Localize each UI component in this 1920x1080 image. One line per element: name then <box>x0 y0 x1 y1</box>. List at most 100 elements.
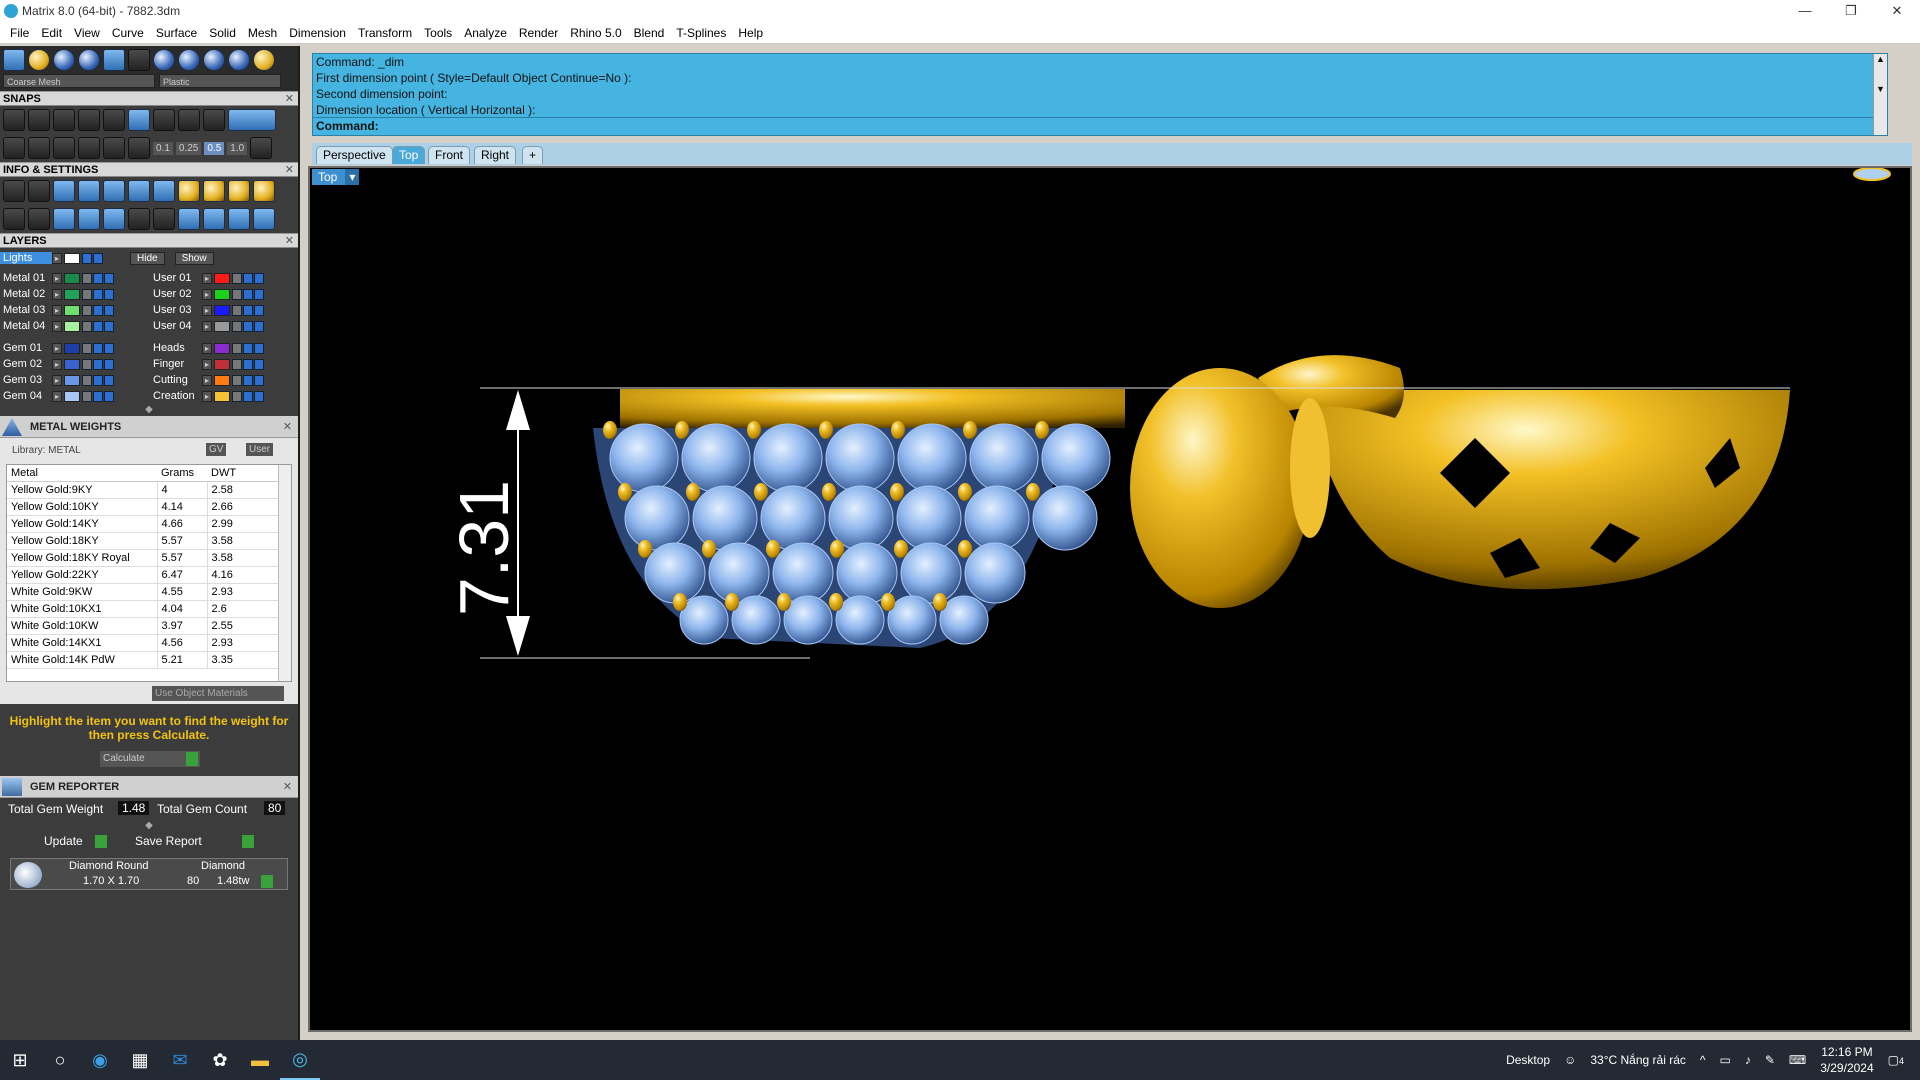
layer-visible-icon[interactable] <box>243 390 253 402</box>
cube-icon[interactable] <box>153 180 175 202</box>
metal-weights-table-container[interactable]: Metal Grams DWT Yellow Gold:9KY 4 2.58 Yell… <box>6 464 292 682</box>
layer-expand-icon[interactable]: ▸ <box>202 358 212 370</box>
viewport-2-icon[interactable] <box>203 208 225 230</box>
layer-visible-icon[interactable] <box>93 390 103 402</box>
layer-select-icon[interactable] <box>104 288 114 300</box>
table-row[interactable]: White Gold:10KX1 4.04 2.6 <box>7 600 291 618</box>
layer-expand-icon[interactable]: ▸ <box>202 288 212 300</box>
show-layers-button[interactable]: Show <box>174 251 214 265</box>
snap-mid-icon[interactable] <box>78 109 100 131</box>
hide-icon[interactable] <box>28 208 50 230</box>
layer-visible-icon[interactable] <box>243 304 253 316</box>
view-cube-icon[interactable] <box>1853 168 1891 181</box>
snap-end-icon[interactable] <box>3 109 25 131</box>
grid-toggle-icon[interactable] <box>78 137 100 159</box>
layer-row[interactable]: Metal 02 ▸ <box>0 286 150 302</box>
weather-widget[interactable]: 33°C Nắng rải rác <box>1590 1053 1686 1067</box>
layer-select-icon[interactable] <box>104 390 114 402</box>
layer-row[interactable]: Gem 01 ▸ <box>0 340 150 356</box>
layer-select-icon[interactable] <box>104 320 114 332</box>
layer-select-icon[interactable] <box>254 358 264 370</box>
settings-icon[interactable] <box>3 180 25 202</box>
layer-lock-icon[interactable] <box>232 272 242 284</box>
command-prompt[interactable]: Command: <box>313 117 1887 135</box>
layer-select-icon[interactable] <box>104 374 114 386</box>
lights-color-swatch[interactable] <box>64 252 80 264</box>
snap-perp-icon[interactable] <box>103 109 125 131</box>
layer-name[interactable]: User 04 <box>150 320 202 332</box>
layer-row[interactable]: Heads ▸ <box>150 340 298 356</box>
menu-curve[interactable]: Curve <box>106 26 150 40</box>
box-icon[interactable] <box>53 208 75 230</box>
viewport-top[interactable]: Top ▾ 7.31 <box>308 166 1912 1032</box>
notification-icon[interactable]: ▢4 <box>1888 1053 1904 1067</box>
layer-expand-icon[interactable]: ▸ <box>52 288 62 300</box>
layer-visible-icon[interactable] <box>93 288 103 300</box>
pencil-icon[interactable] <box>128 180 150 202</box>
layer-name[interactable]: Gem 03 <box>0 374 52 386</box>
layer-color-swatch[interactable] <box>214 304 230 316</box>
render-icon[interactable] <box>28 49 50 71</box>
layer-color-swatch[interactable] <box>64 358 80 370</box>
menu-tsplines[interactable]: T-Splines <box>670 26 732 40</box>
gem-reporter-close-icon[interactable]: ✕ <box>283 776 292 798</box>
table-row[interactable]: Yellow Gold:9KY 4 2.58 <box>7 481 291 499</box>
layer-lock-icon[interactable] <box>232 374 242 386</box>
layer-visible-icon[interactable] <box>243 320 253 332</box>
layer-expand-icon[interactable]: ▸ <box>52 320 62 332</box>
save-report-go-icon[interactable] <box>242 835 254 848</box>
layer-expand-icon[interactable]: ▸ <box>52 342 62 354</box>
snap-value-0.5[interactable]: 0.5 <box>204 141 225 155</box>
search-icon[interactable]: ○ <box>40 1040 80 1080</box>
command-scrollbar[interactable]: ▲ ▼ <box>1873 54 1887 135</box>
snap-value-0.1[interactable]: 0.1 <box>153 141 173 155</box>
layer-color-swatch[interactable] <box>214 342 230 354</box>
layer-color-swatch[interactable] <box>64 320 80 332</box>
layer-visible-icon[interactable] <box>93 342 103 354</box>
lights-visible-icon[interactable] <box>93 252 103 264</box>
app-icon[interactable]: ✿ <box>200 1040 240 1080</box>
layer-select-icon[interactable] <box>254 320 264 332</box>
layers-close-icon[interactable]: ✕ <box>285 234 294 249</box>
layer-row[interactable]: User 03 ▸ <box>150 302 298 318</box>
viewport-4-icon[interactable] <box>253 208 275 230</box>
layer-lock-icon[interactable] <box>232 288 242 300</box>
zoom-icon[interactable] <box>28 180 50 202</box>
layer-color-swatch[interactable] <box>214 288 230 300</box>
tab-perspective[interactable]: Perspective <box>316 146 393 164</box>
menu-help[interactable]: Help <box>732 26 769 40</box>
filter-icon[interactable] <box>103 208 125 230</box>
layer-lock-icon[interactable] <box>82 358 92 370</box>
layer-expand-icon[interactable]: ▸ <box>202 342 212 354</box>
ruler-icon[interactable] <box>53 137 75 159</box>
tab-right[interactable]: Right <box>474 146 517 164</box>
layer-expand-icon[interactable]: ▸ <box>202 374 212 386</box>
splitter-icon[interactable]: ◆ <box>0 404 298 416</box>
layer-select-icon[interactable] <box>254 390 264 402</box>
windows-start-icon[interactable]: ⊞ <box>0 1040 40 1080</box>
snap-near-icon[interactable] <box>28 109 50 131</box>
layer-name[interactable]: Metal 02 <box>0 288 52 300</box>
col-grams[interactable]: Grams <box>157 465 207 482</box>
layer-visible-icon[interactable] <box>243 374 253 386</box>
snaps-close-icon[interactable]: ✕ <box>285 92 294 107</box>
layer-expand-icon[interactable]: ▸ <box>52 304 62 316</box>
gv-button[interactable]: GV <box>206 443 227 456</box>
layer-lock-icon[interactable] <box>82 272 92 284</box>
gem-splitter-icon[interactable]: ◆ <box>0 820 298 831</box>
layer-lock-icon[interactable] <box>82 342 92 354</box>
layer-expand-icon[interactable]: ▸ <box>202 320 212 332</box>
layer-visible-icon[interactable] <box>93 374 103 386</box>
layer-lock-icon[interactable] <box>232 304 242 316</box>
layer-color-swatch[interactable] <box>64 272 80 284</box>
store-icon[interactable]: ▦ <box>120 1040 160 1080</box>
layer-row[interactable]: User 02 ▸ <box>150 286 298 302</box>
sphere-icon[interactable] <box>53 49 75 71</box>
layer-select-icon[interactable] <box>254 374 264 386</box>
layer-name[interactable]: Metal 03 <box>0 304 52 316</box>
file-explorer-icon[interactable]: ▬ <box>240 1040 280 1080</box>
snap-quad-icon[interactable] <box>203 109 225 131</box>
chevron-up-icon[interactable]: ^ <box>1700 1053 1706 1067</box>
layer-name[interactable]: Gem 01 <box>0 342 52 354</box>
grid-icon[interactable] <box>3 208 25 230</box>
